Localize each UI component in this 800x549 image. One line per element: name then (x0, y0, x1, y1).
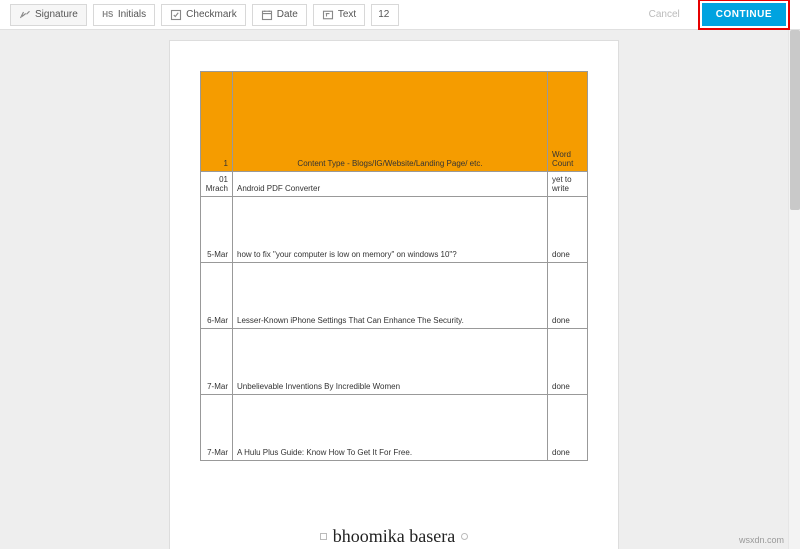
table-row: 01 Mrach Android PDF Converter yet to wr… (201, 172, 588, 197)
table-body: 01 Mrach Android PDF Converter yet to wr… (201, 172, 588, 461)
watermark-text: wsxdn.com (739, 535, 784, 545)
text-tool-button[interactable]: Text (313, 4, 365, 26)
cell-content: Lesser-Known iPhone Settings That Can En… (233, 263, 548, 329)
initials-tool-button[interactable]: HS Initials (93, 4, 155, 26)
font-size-value: 12 (378, 9, 389, 20)
toolbar: Signature HS Initials Checkmark Date Tex… (0, 0, 800, 30)
table-row: 6-Mar Lesser-Known iPhone Settings That … (201, 263, 588, 329)
continue-button[interactable]: CONTINUE (702, 3, 786, 26)
cell-date: 7-Mar (201, 395, 233, 461)
cell-content: Unbelievable Inventions By Incredible Wo… (233, 329, 548, 395)
header-col-1: 1 (201, 72, 233, 172)
date-tool-label: Date (277, 9, 298, 20)
cell-content: A Hulu Plus Guide: Know How To Get It Fo… (233, 395, 548, 461)
signature-icon (19, 9, 31, 21)
vertical-scrollbar-track[interactable] (788, 30, 800, 549)
rotate-handle-icon[interactable] (461, 533, 468, 540)
checkmark-tool-button[interactable]: Checkmark (161, 4, 246, 26)
initials-tool-label: Initials (118, 9, 146, 20)
date-tool-button[interactable]: Date (252, 4, 307, 26)
resize-handle-icon[interactable] (320, 533, 327, 540)
header-col-2: Content Type - Blogs/IG/Website/Landing … (233, 72, 548, 172)
cell-status: done (548, 329, 588, 395)
cell-status: done (548, 395, 588, 461)
table-row: 7-Mar Unbelievable Inventions By Incredi… (201, 329, 588, 395)
header-col-3: Word Count (548, 72, 588, 172)
cell-content: how to fix "your computer is low on memo… (233, 197, 548, 263)
cell-date: 01 Mrach (201, 172, 233, 197)
table-row: 5-Mar how to fix "your computer is low o… (201, 197, 588, 263)
text-tool-label: Text (338, 9, 356, 20)
signature-text: bhoomika basera (333, 526, 455, 547)
date-icon (261, 9, 273, 21)
cell-status: done (548, 197, 588, 263)
cell-date: 5-Mar (201, 197, 233, 263)
checkmark-icon (170, 9, 182, 21)
text-icon (322, 9, 334, 21)
content-table: 1 Content Type - Blogs/IG/Website/Landin… (200, 71, 588, 461)
signature-field[interactable]: bhoomika basera (170, 526, 618, 547)
table-row: 7-Mar A Hulu Plus Guide: Know How To Get… (201, 395, 588, 461)
cancel-button[interactable]: Cancel (637, 9, 692, 20)
cell-status: yet to write (548, 172, 588, 197)
table-header-row: 1 Content Type - Blogs/IG/Website/Landin… (201, 72, 588, 172)
cell-date: 6-Mar (201, 263, 233, 329)
cell-date: 7-Mar (201, 329, 233, 395)
checkmark-tool-label: Checkmark (186, 9, 237, 20)
cell-content: Android PDF Converter (233, 172, 548, 197)
continue-highlight: CONTINUE (698, 0, 790, 30)
signature-tool-label: Signature (35, 9, 78, 20)
document-canvas: 1 Content Type - Blogs/IG/Website/Landin… (0, 30, 788, 549)
cell-status: done (548, 263, 588, 329)
document-page[interactable]: 1 Content Type - Blogs/IG/Website/Landin… (169, 40, 619, 549)
initials-icon: HS (102, 9, 114, 21)
vertical-scrollbar-thumb[interactable] (790, 30, 800, 210)
font-size-selector[interactable]: 12 (371, 4, 399, 26)
signature-tool-button[interactable]: Signature (10, 4, 87, 26)
